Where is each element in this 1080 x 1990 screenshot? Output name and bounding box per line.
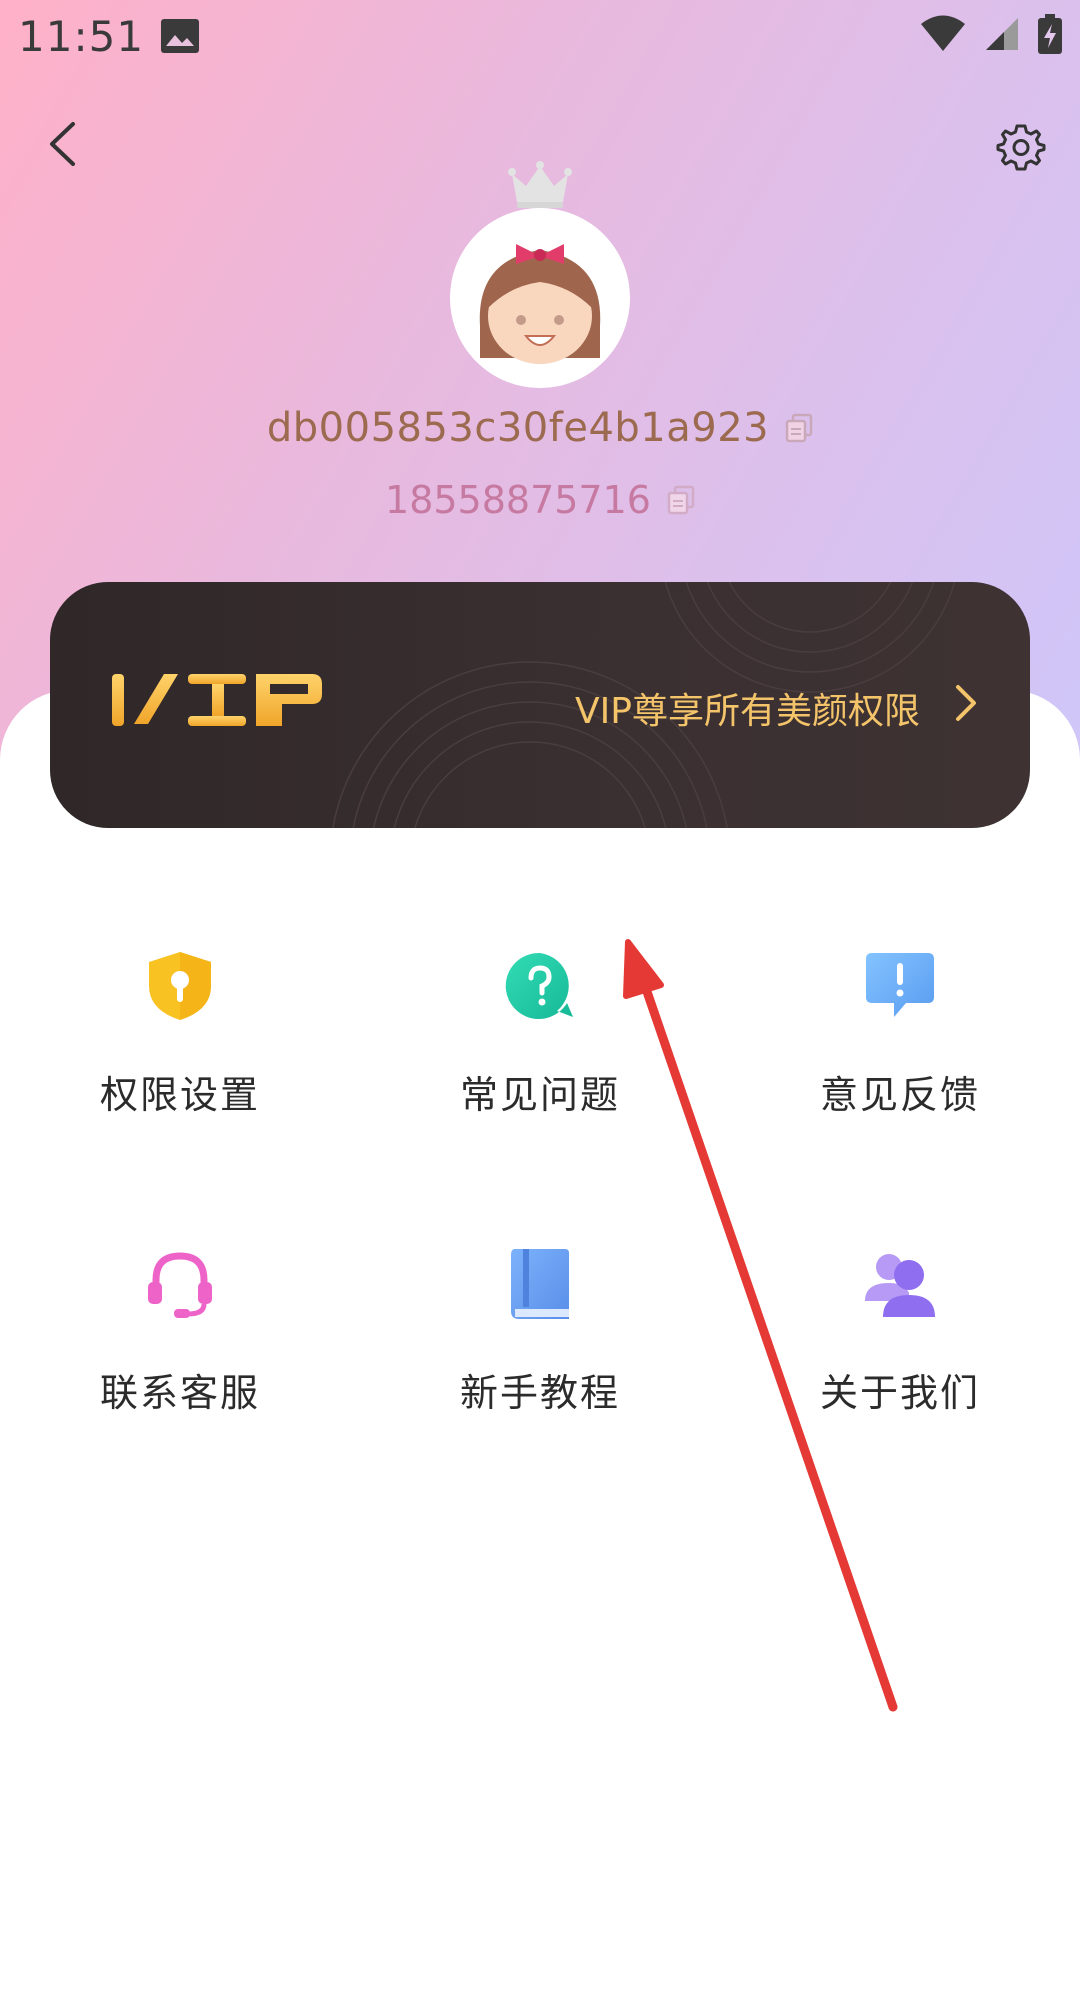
back-button[interactable] xyxy=(36,115,88,177)
vip-banner[interactable]: VIP尊享所有美颜权限 xyxy=(50,582,1030,828)
menu-contact-service[interactable]: 联系客服 xyxy=(0,1244,360,1417)
settings-button[interactable] xyxy=(990,118,1052,180)
avatar xyxy=(450,208,630,388)
menu-permission-settings[interactable]: 权限设置 xyxy=(0,946,360,1119)
wifi-icon xyxy=(920,15,966,57)
copy-icon[interactable] xyxy=(667,485,695,515)
image-icon xyxy=(160,18,200,58)
gear-icon xyxy=(996,122,1046,176)
menu-about-us[interactable]: 关于我们 xyxy=(720,1244,1080,1417)
menu-label: 关于我们 xyxy=(819,1371,980,1415)
question-bubble-icon xyxy=(500,946,580,1026)
status-time: 11:51 xyxy=(18,12,145,61)
menu-label: 联系客服 xyxy=(99,1371,260,1415)
user-id: db005853c30fe4b1a923 xyxy=(266,405,770,451)
signal-icon xyxy=(984,16,1020,56)
headset-icon xyxy=(140,1244,220,1324)
menu-faq[interactable]: 常见问题 xyxy=(360,946,720,1119)
phone-row: 18558875716 xyxy=(0,478,1080,522)
feedback-bubble-icon xyxy=(860,946,940,1026)
users-icon xyxy=(860,1244,940,1324)
vip-logo xyxy=(112,670,324,734)
user-id-row: db005853c30fe4b1a923 xyxy=(0,405,1080,451)
menu-label: 新手教程 xyxy=(459,1371,620,1415)
menu-label: 常见问题 xyxy=(459,1073,620,1117)
vip-banner-text: VIP尊享所有美颜权限 xyxy=(575,691,920,732)
girl-avatar-icon xyxy=(450,208,630,388)
menu-tutorial[interactable]: 新手教程 xyxy=(360,1244,720,1417)
chevron-left-icon xyxy=(47,121,77,171)
crown-icon xyxy=(508,160,572,214)
avatar-container[interactable] xyxy=(450,160,630,390)
menu-feedback[interactable]: 意见反馈 xyxy=(720,946,1080,1119)
chevron-right-icon xyxy=(954,684,978,726)
battery-charging-icon xyxy=(1038,14,1062,58)
phone-number: 18558875716 xyxy=(385,478,651,522)
menu-label: 权限设置 xyxy=(99,1073,260,1117)
menu-label: 意见反馈 xyxy=(819,1073,980,1117)
copy-icon[interactable] xyxy=(785,413,813,443)
shield-key-icon xyxy=(140,946,220,1026)
status-icons xyxy=(920,14,1062,58)
book-icon xyxy=(500,1244,580,1324)
